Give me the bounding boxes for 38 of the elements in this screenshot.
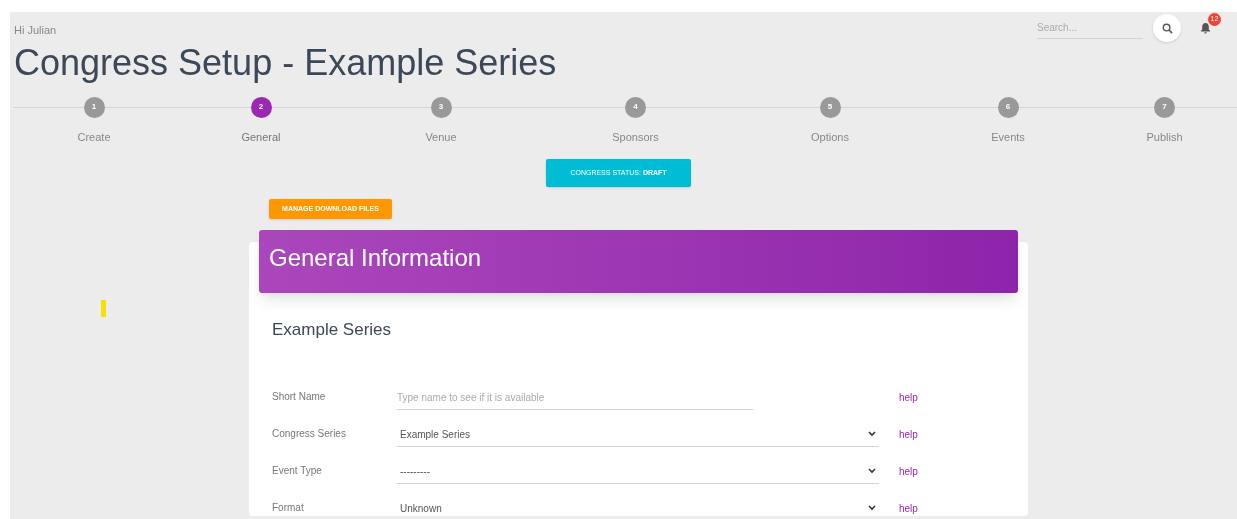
select-field[interactable]: Example Series	[397, 422, 879, 447]
search-icon	[1161, 22, 1173, 34]
bell-icon	[1199, 22, 1211, 34]
field-label: Format	[272, 500, 305, 515]
field-label: Congress Series	[272, 426, 347, 441]
chevron-down-icon	[868, 431, 876, 438]
field-label: Short Name	[272, 389, 327, 404]
marker	[101, 300, 106, 317]
field-label: Event Type	[272, 463, 323, 478]
step-label[interactable]: General	[241, 128, 281, 145]
select-field[interactable]: Unknown	[397, 496, 879, 519]
step-number[interactable]: 6	[997, 96, 1019, 118]
step-label[interactable]: Sponsors	[612, 128, 659, 145]
chevron-down-icon	[868, 505, 876, 512]
chevron-down-icon	[868, 468, 876, 475]
page-title: Congress Setup - Example Series	[14, 40, 557, 85]
step-label[interactable]: Options	[811, 128, 849, 145]
step-number[interactable]: 4	[625, 96, 646, 118]
search-button[interactable]	[1153, 14, 1181, 42]
help-link[interactable]: help	[899, 389, 918, 410]
help-link[interactable]: help	[899, 426, 918, 447]
help-link[interactable]: help	[899, 500, 918, 519]
step-label[interactable]: Events	[991, 128, 1025, 145]
step-number[interactable]: 3	[430, 96, 452, 118]
help-link[interactable]: help	[899, 463, 918, 484]
step-label[interactable]: Publish	[1146, 128, 1183, 145]
step-number[interactable]: 2	[250, 96, 272, 118]
step-number[interactable]: 1	[83, 96, 105, 118]
greeting: Hi Julian	[14, 23, 58, 38]
select-field[interactable]: ---------	[397, 459, 879, 484]
search-field[interactable]: Search...	[1037, 17, 1143, 39]
step-label[interactable]: Venue	[425, 128, 457, 145]
step-number[interactable]: 5	[819, 96, 841, 118]
step-number[interactable]: 7	[1154, 96, 1175, 118]
card-subtitle: Example Series	[271, 319, 393, 342]
input-field[interactable]: Type name to see if it is available	[397, 385, 753, 410]
card-header: General Information	[259, 230, 1018, 294]
step-label[interactable]: Create	[77, 128, 111, 145]
